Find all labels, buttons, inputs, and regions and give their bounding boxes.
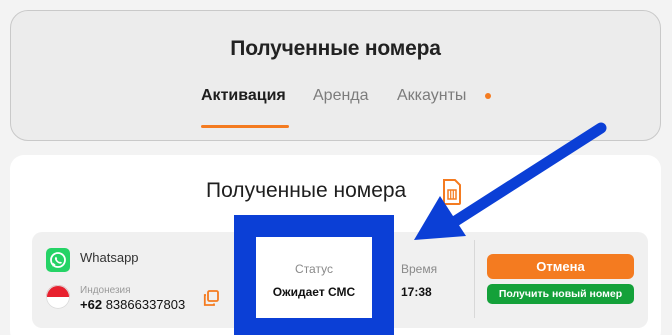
notification-dot-icon (485, 93, 491, 99)
get-new-number-button[interactable]: Получить новый номер (487, 284, 634, 304)
indonesia-flag-icon (46, 285, 70, 309)
status-label: Статус (295, 262, 333, 276)
tab-rent[interactable]: Аренда (313, 87, 369, 105)
copy-icon[interactable] (203, 290, 219, 306)
phone-number[interactable]: +62 83866337803 (80, 297, 185, 312)
received-numbers-header-card: Полученные номера Активация Аренда Аккау… (10, 10, 661, 141)
divider (474, 240, 475, 318)
time-value: 17:38 (401, 285, 432, 299)
active-tab-indicator (201, 125, 289, 128)
time-label: Время (401, 262, 438, 276)
orders-title: Полученные номера (206, 179, 407, 202)
service-name: Whatsapp (80, 250, 139, 265)
phone-digits: 83866337803 (105, 297, 186, 312)
sim-card-icon[interactable] (442, 179, 462, 205)
page-title: Полученные номера (230, 37, 441, 60)
cancel-button[interactable]: Отмена (487, 254, 634, 279)
tab-activation[interactable]: Активация (201, 87, 286, 105)
country-name: Индонезия (80, 285, 131, 296)
status-highlight: Статус Ожидает СМС (234, 215, 394, 335)
phone-code: +62 (80, 297, 103, 312)
tab-accounts[interactable]: Аккаунты (397, 87, 466, 105)
whatsapp-icon (46, 248, 70, 272)
status-value: Ожидает СМС (272, 285, 356, 299)
